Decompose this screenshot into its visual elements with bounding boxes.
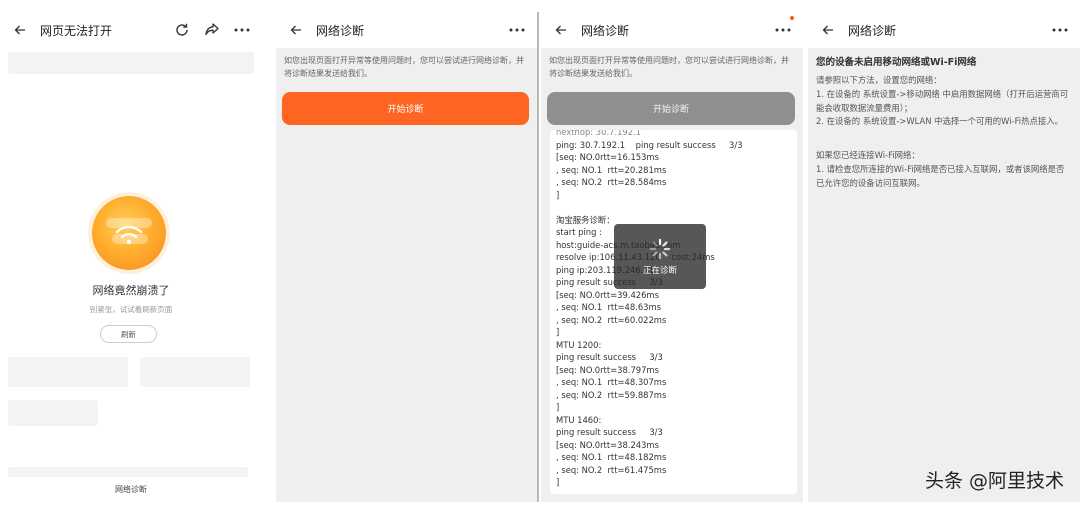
network-diagnose-link[interactable]: 网络诊断 — [0, 484, 262, 495]
refresh-icon[interactable] — [172, 20, 192, 40]
log-line: [seq: NO.0rtt=38.243ms — [556, 439, 659, 450]
log-line: [seq: NO.0rtt=39.426ms — [556, 289, 659, 300]
network-crash-illustration-icon — [92, 196, 166, 270]
more-dots-icon[interactable] — [773, 16, 794, 38]
panel-diagnosing: 网络诊断 如您出现页面打开异常等使用问题时，您可以尝试进行网络诊断，并将诊断结果… — [541, 12, 803, 502]
log-line: ] — [556, 477, 560, 487]
skeleton-block — [140, 357, 250, 387]
log-line: , seq: NO.1 rtt=20.281ms — [556, 164, 667, 175]
panel-divider — [537, 12, 539, 502]
log-line: , seq: NO.1 rtt=48.182ms — [556, 452, 667, 462]
more-dots-icon[interactable] — [232, 22, 252, 38]
start-diagnose-button[interactable]: 开始诊断 — [282, 92, 529, 125]
top-bar: 网络诊断 — [541, 12, 803, 48]
panel-diagnose-start: 网络诊断 如您出现页面打开异常等使用问题时，您可以尝试进行网络诊断，并将诊断结果… — [276, 12, 537, 502]
instructions-intro: 请参照以下方法，设置您的网络： — [816, 75, 942, 85]
back-arrow-icon[interactable] — [12, 22, 28, 38]
instruction-step-2: 2. 在设备的 系统设置->WLAN 中选择一个可用的Wi-Fi热点接入。 — [816, 116, 1064, 126]
log-line: , seq: NO.1 rtt=48.307ms — [556, 377, 667, 387]
log-line: ping: 30.7.192.1 ping result success 3/3 — [556, 139, 743, 150]
log-line: [seq: NO.0rtt=38.797ms — [556, 364, 659, 375]
log-line: ] — [556, 402, 560, 412]
share-icon[interactable] — [202, 20, 222, 40]
wifi-connected-step-1: 1. 请检查您所连接的Wi-Fi网络是否已接入互联网，或者该网络是否已允许您的设… — [816, 164, 1065, 188]
page-title: 网页无法打开 — [40, 23, 113, 38]
skeleton-block — [8, 400, 98, 426]
crash-title: 网络竟然崩溃了 — [92, 284, 170, 297]
log-line: , seq: NO.2 rtt=28.584ms — [556, 177, 667, 187]
top-bar: 网络诊断 — [276, 12, 537, 48]
page-title: 网络诊断 — [316, 23, 365, 38]
log-line: nexthop: 30.7.192.1 — [556, 130, 642, 137]
log-line: , seq: NO.2 rtt=61.475ms — [556, 464, 667, 475]
log-line: ] — [556, 327, 560, 337]
watermark-text: 头条 @阿里技术 — [924, 470, 1064, 492]
panel-network-error: 网页无法打开 网络竟然崩溃了 别紧张，试试看刷新页面 刷新 网络诊断 — [0, 12, 262, 502]
top-bar: 网络诊断 — [808, 12, 1080, 48]
top-bar: 网页无法打开 — [0, 12, 262, 48]
log-line: ping result success 3/3 — [556, 352, 663, 362]
skeleton-block — [8, 357, 128, 387]
log-line: MTU 1460: — [556, 414, 602, 425]
back-arrow-icon[interactable] — [553, 22, 569, 38]
log-line: MTU 1200: — [556, 339, 602, 350]
skeleton-block — [8, 467, 248, 477]
wifi-connected-title: 如果您已经连接Wi-Fi网络： — [816, 150, 920, 160]
refresh-button[interactable]: 刷新 — [100, 325, 157, 343]
loading-toast: 正在诊断 — [614, 224, 706, 289]
log-line: ] — [556, 189, 560, 200]
back-arrow-icon[interactable] — [288, 22, 304, 38]
panel-no-network: 网络诊断 您的设备未启用移动网络或Wi-Fi网络 请参照以下方法，设置您的网络：… — [808, 12, 1080, 502]
crash-subtitle: 别紧张，试试看刷新页面 — [89, 305, 173, 314]
diagnose-hint: 如您出现页面打开异常等使用问题时，您可以尝试进行网络诊断，并将诊断结果发送给我们… — [549, 56, 789, 78]
more-dots-icon[interactable] — [1050, 22, 1070, 38]
log-line: [seq: NO.0rtt=16.153ms — [556, 152, 659, 162]
skeleton-block — [8, 52, 254, 74]
spinner-icon — [649, 238, 671, 259]
log-line: ping result success 3/3 — [556, 427, 663, 437]
diagnose-log[interactable]: nexthop: 30.7.192.1 ping: 30.7.192.1 ping… — [550, 130, 797, 494]
page-title: 网络诊断 — [848, 23, 897, 38]
log-line: , seq: NO.2 rtt=60.022ms — [556, 314, 667, 325]
notification-dot — [790, 16, 794, 20]
diagnose-hint: 如您出现页面打开异常等使用问题时，您可以尝试进行网络诊断，并将诊断结果发送给我们… — [284, 56, 524, 78]
log-line: , seq: NO.1 rtt=48.63ms — [556, 302, 661, 312]
no-network-heading: 您的设备未启用移动网络或Wi-Fi网络 — [816, 57, 977, 68]
back-arrow-icon[interactable] — [820, 22, 836, 38]
instruction-step-1: 1. 在设备的 系统设置->移动网络 中启用数据网络（打开后运营商可能会收取数据… — [816, 89, 1069, 113]
page-title: 网络诊断 — [581, 23, 630, 38]
loading-text: 正在诊断 — [642, 265, 677, 276]
more-dots-icon[interactable] — [507, 22, 527, 38]
log-line: , seq: NO.2 rtt=59.887ms — [556, 389, 667, 400]
start-diagnose-button-disabled: 开始诊断 — [547, 92, 795, 125]
